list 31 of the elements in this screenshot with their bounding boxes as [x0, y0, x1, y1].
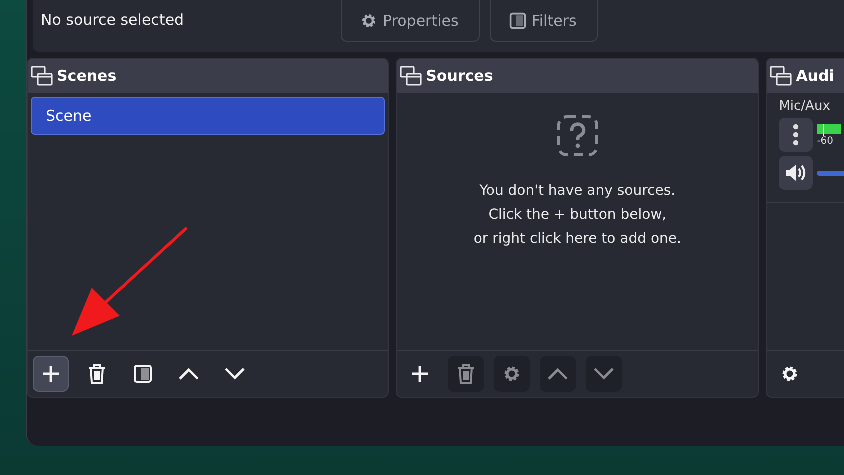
- channel-name: Mic/Aux: [779, 99, 832, 114]
- trash-icon: [87, 363, 107, 385]
- scene-item[interactable]: Scene: [31, 97, 386, 135]
- context-button[interactable]: Properties: [341, 0, 480, 42]
- volume-meter: [817, 124, 842, 136]
- trash-icon: [456, 363, 476, 385]
- more-icon: [793, 124, 800, 146]
- status-text: No source selected: [41, 11, 186, 31]
- menu-button[interactable]: [779, 118, 814, 152]
- chevron-up-icon: [178, 367, 200, 381]
- dock-title: Audi: [796, 67, 834, 85]
- filter-icon: [508, 12, 527, 30]
- chevron-down-icon: [224, 367, 246, 381]
- dock-icon: [770, 66, 792, 86]
- dock-title: Scenes: [57, 67, 117, 85]
- empty-message: You don't have any sources. Click the + button below, or right click here to add one.: [474, 182, 682, 249]
- plus-icon: [41, 364, 61, 384]
- gear-icon: [360, 12, 378, 30]
- chevron-down-icon: [593, 367, 616, 381]
- question-icon: [556, 115, 599, 157]
- plus-icon: [410, 364, 430, 384]
- context-button[interactable]: Filters: [490, 0, 598, 42]
- dock-title: Sources: [426, 67, 494, 85]
- dock-icon: [400, 66, 422, 86]
- chevron-up-icon: [547, 367, 570, 381]
- meter-tick: -60: [817, 136, 835, 146]
- speaker-icon: [784, 163, 808, 183]
- mute-button[interactable]: [779, 156, 814, 190]
- dock-icon: [31, 66, 53, 86]
- add-button[interactable]: [33, 356, 69, 392]
- filter-icon: [133, 364, 153, 384]
